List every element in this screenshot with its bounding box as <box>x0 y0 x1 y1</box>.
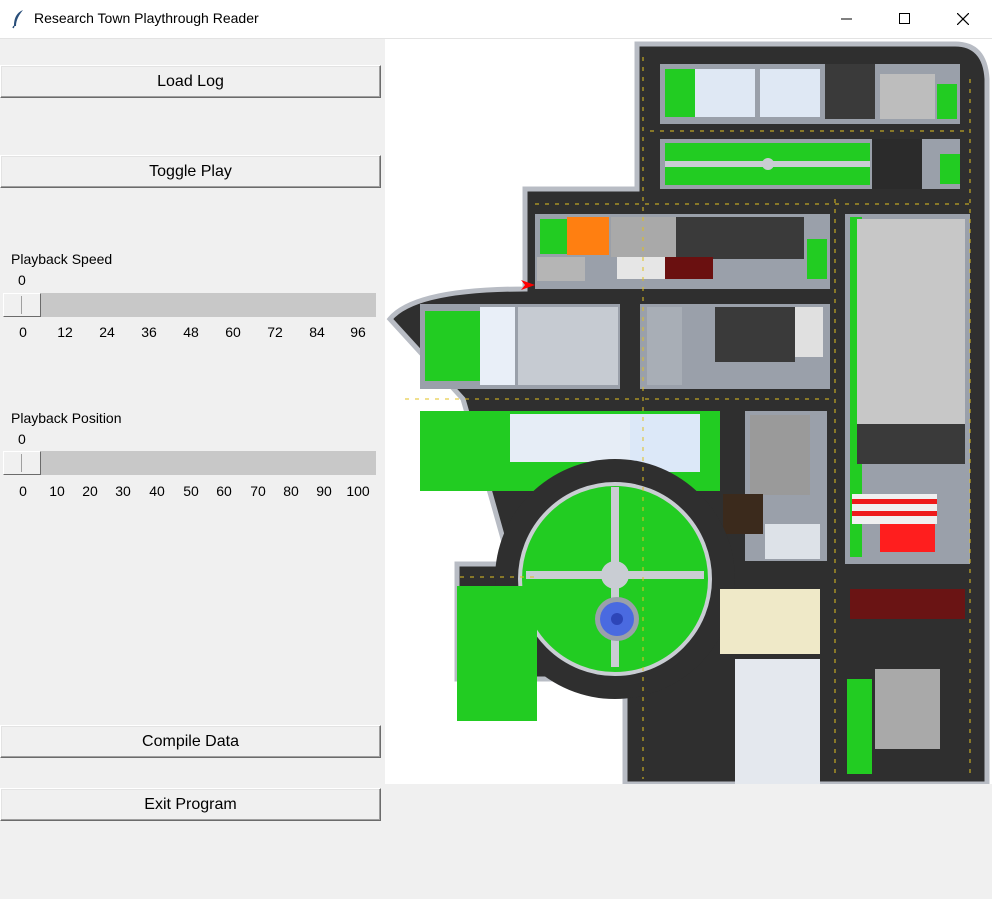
playback-speed-slider-thumb[interactable] <box>3 293 41 317</box>
playback-position-slider-thumb[interactable] <box>3 451 41 475</box>
position-tick: 100 <box>346 483 370 499</box>
feather-icon <box>12 10 23 29</box>
speed-tick: 0 <box>19 324 27 340</box>
close-button[interactable] <box>934 0 992 38</box>
playback-position-label: Playback Position <box>11 410 122 426</box>
position-tick: 50 <box>183 483 199 499</box>
playback-speed-label: Playback Speed <box>11 251 113 267</box>
playback-position-slider[interactable] <box>3 451 376 475</box>
position-tick: 70 <box>250 483 266 499</box>
speed-tick: 60 <box>225 324 241 340</box>
maximize-icon <box>899 13 910 24</box>
load-log-button[interactable]: Load Log <box>0 65 381 98</box>
speed-tick: 12 <box>57 324 73 340</box>
playback-position-value: 0 <box>18 431 26 447</box>
playback-speed-slider[interactable] <box>3 293 376 317</box>
position-tick: 20 <box>82 483 98 499</box>
town-map-canvas[interactable] <box>385 39 992 787</box>
playback-speed-value: 0 <box>18 272 26 288</box>
position-tick: 10 <box>49 483 65 499</box>
speed-tick: 36 <box>141 324 157 340</box>
close-icon <box>957 13 969 25</box>
title-bar: Research Town Playthrough Reader <box>0 0 992 39</box>
minimize-button[interactable] <box>818 0 876 38</box>
exit-program-button[interactable]: Exit Program <box>0 788 381 821</box>
position-tick: 90 <box>316 483 332 499</box>
speed-tick: 96 <box>350 324 366 340</box>
speed-tick: 72 <box>267 324 283 340</box>
toggle-play-button[interactable]: Toggle Play <box>0 155 381 188</box>
window-title: Research Town Playthrough Reader <box>34 10 259 26</box>
maximize-button[interactable] <box>876 0 934 38</box>
position-tick: 0 <box>19 483 27 499</box>
speed-tick: 84 <box>309 324 325 340</box>
minimize-icon <box>841 18 852 20</box>
speed-tick: 48 <box>183 324 199 340</box>
position-tick: 80 <box>283 483 299 499</box>
position-tick: 40 <box>149 483 165 499</box>
position-tick: 30 <box>115 483 131 499</box>
position-tick: 60 <box>216 483 232 499</box>
compile-data-button[interactable]: Compile Data <box>0 725 381 758</box>
speed-tick: 24 <box>99 324 115 340</box>
town-map <box>386 41 990 787</box>
